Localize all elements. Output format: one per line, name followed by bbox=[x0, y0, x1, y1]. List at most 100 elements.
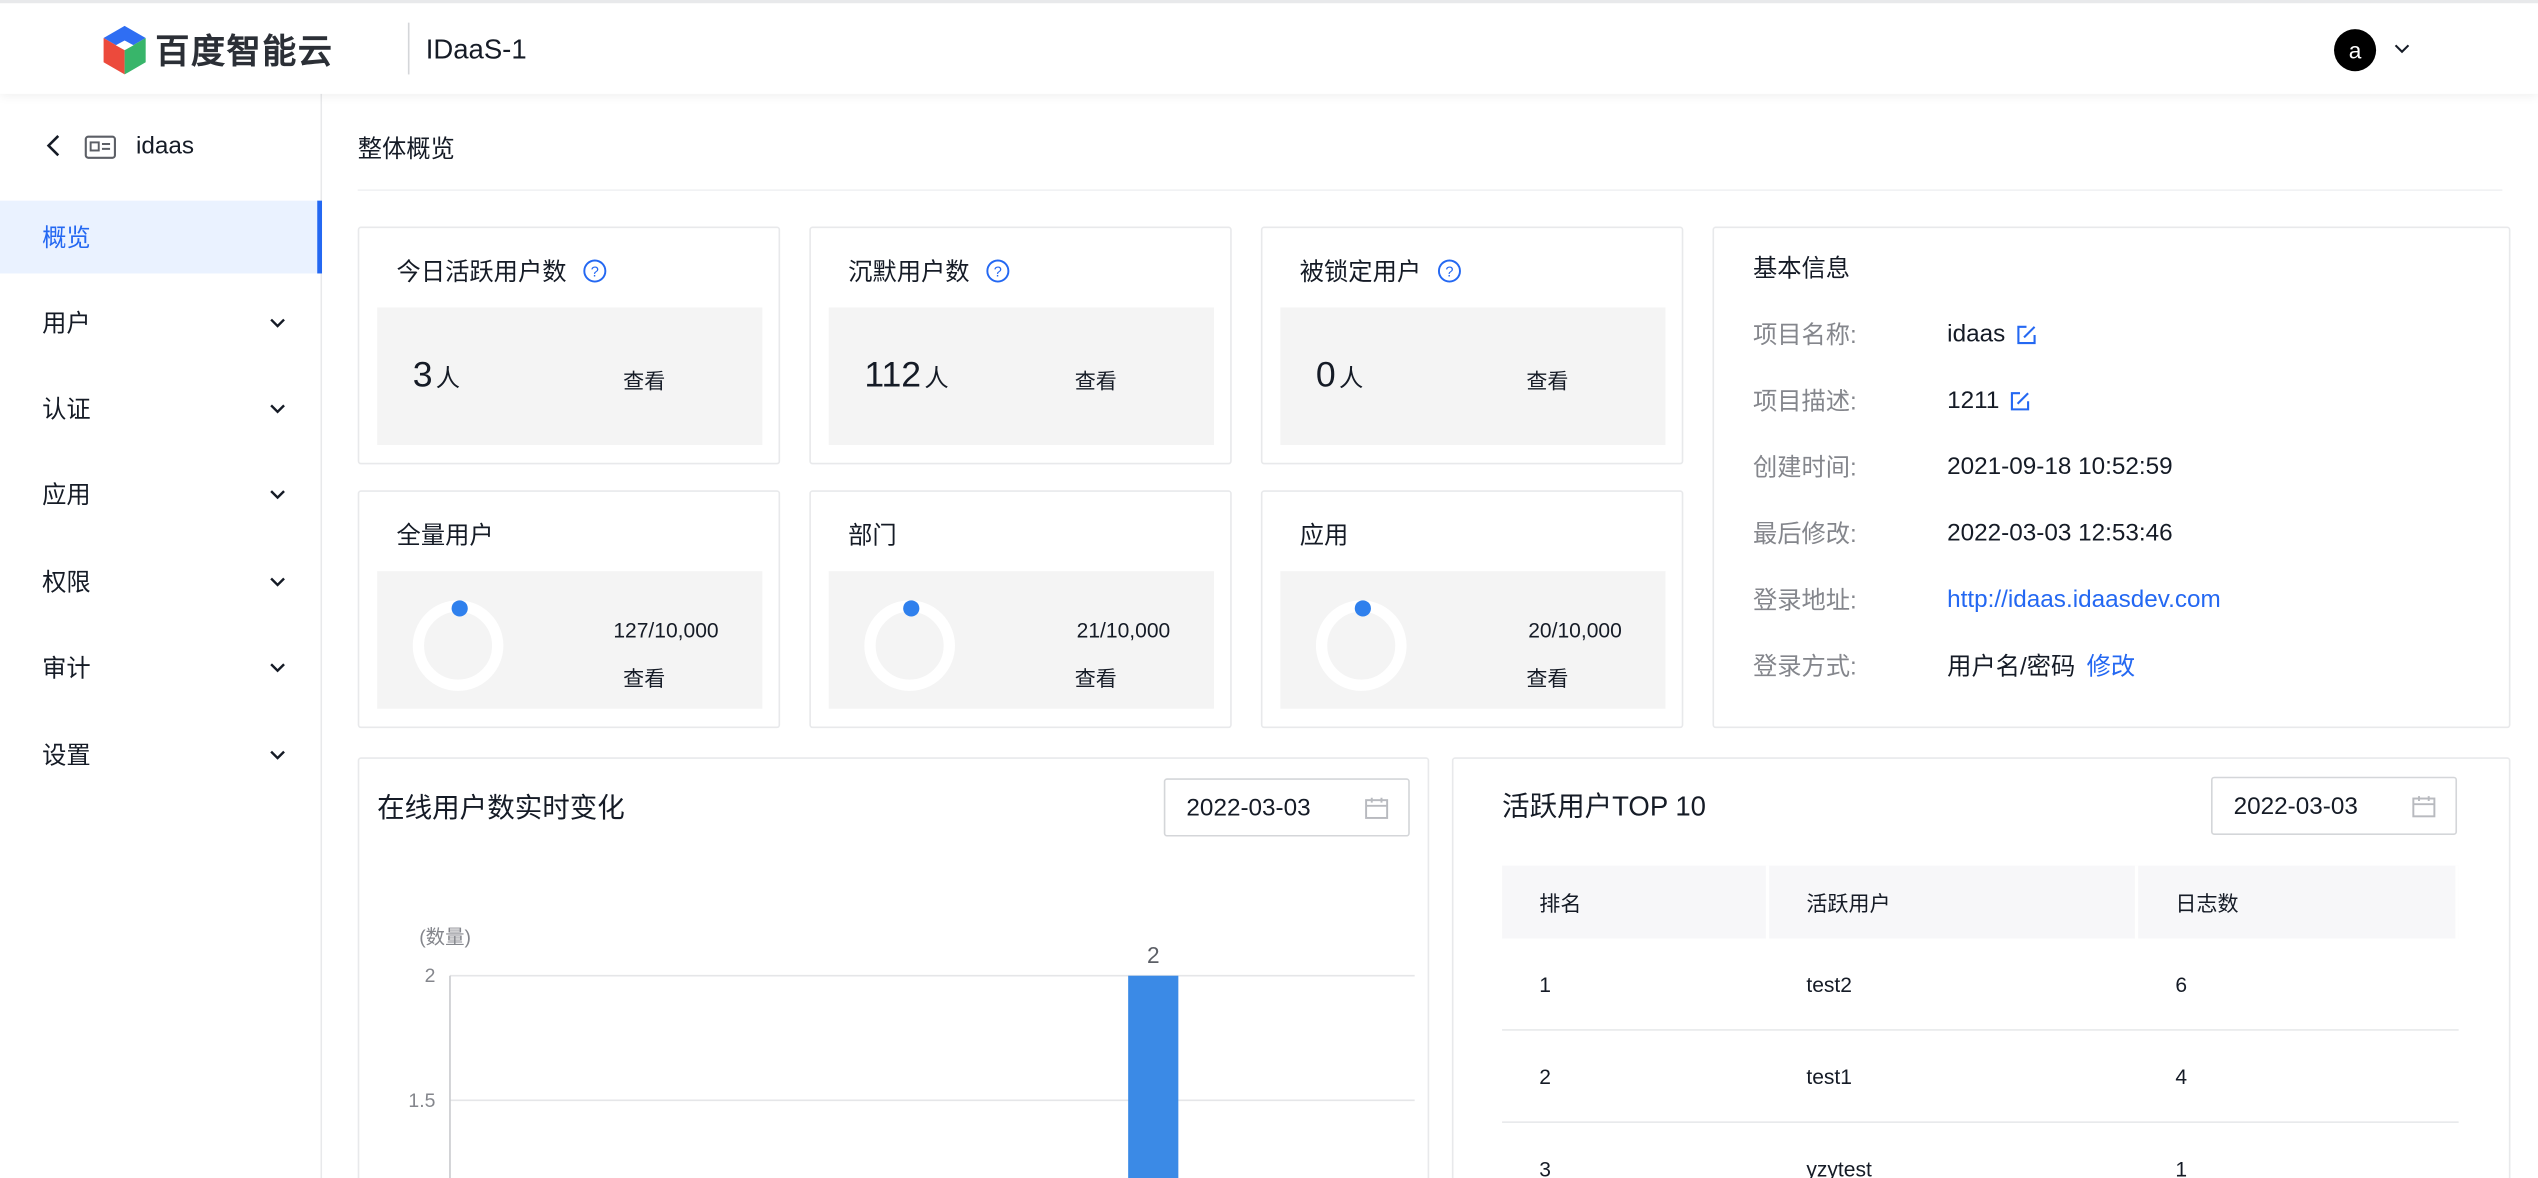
view-link[interactable]: 查看 bbox=[623, 364, 665, 395]
card-title: 基本信息 bbox=[1752, 255, 1851, 284]
info-row-login-method: 登录方式: 用户名/密码 修改 bbox=[1753, 649, 2135, 683]
sidebar-item-permissions[interactable]: 权限 bbox=[0, 545, 322, 618]
view-link[interactable]: 查看 bbox=[1526, 662, 1568, 693]
svg-text:?: ? bbox=[994, 265, 1002, 281]
table-row: 1 test2 6 bbox=[1502, 938, 2459, 1031]
stat-value: 112 bbox=[864, 354, 922, 395]
quota-ratio: 127/10,000 bbox=[613, 618, 719, 643]
log-count-cell: 1 bbox=[2175, 1156, 2188, 1178]
table-row: 3 yzytest 1 bbox=[1502, 1123, 2459, 1178]
quota-panel: 21/10,000 查看 bbox=[828, 571, 1214, 709]
cube-logo-icon bbox=[103, 25, 146, 75]
info-value: idaas bbox=[1947, 320, 2006, 348]
chevron-down-icon bbox=[270, 663, 285, 673]
top10-date-picker[interactable]: 2022-03-03 bbox=[2211, 776, 2458, 835]
edit-icon[interactable] bbox=[2015, 323, 2038, 346]
modify-login-method-link[interactable]: 修改 bbox=[2087, 649, 2136, 683]
help-icon[interactable]: ? bbox=[583, 259, 607, 283]
info-label: 登录方式: bbox=[1752, 653, 1857, 682]
stat-unit: 人 bbox=[1338, 365, 1364, 394]
column-header-logs: 日志数 bbox=[2138, 865, 2459, 939]
quota-panel: 20/10,000 查看 bbox=[1280, 571, 1666, 709]
y-axis-label: (数量) bbox=[419, 926, 471, 948]
stat-unit: 人 bbox=[924, 365, 949, 394]
view-link[interactable]: 查看 bbox=[623, 662, 665, 693]
table-header: 排名 活跃用户 日志数 bbox=[1502, 865, 2459, 939]
quota-card-departments: 部门 21/10,000 查看 bbox=[809, 490, 1232, 729]
sidebar-item-overview[interactable]: 概览 bbox=[0, 200, 323, 274]
user-cell: yzytest bbox=[1806, 1156, 1872, 1178]
quota-panel: 127/10,000 查看 bbox=[377, 571, 763, 709]
view-link[interactable]: 查看 bbox=[1075, 662, 1117, 693]
help-icon[interactable]: ? bbox=[1437, 259, 1461, 283]
header-divider bbox=[407, 22, 410, 75]
main-content: 整体概览 今日活跃用户数 ? 3人 查看 沉默用户数 ? 112 人 查看 被锁… bbox=[322, 93, 2538, 1178]
chevron-down-icon bbox=[270, 490, 285, 500]
calendar-icon bbox=[2412, 796, 2436, 818]
sidebar-item-auth[interactable]: 认证 bbox=[0, 372, 322, 445]
sidebar-item-settings[interactable]: 设置 bbox=[0, 718, 322, 791]
sidebar-item-label: 概览 bbox=[42, 224, 91, 253]
sidebar-item-users[interactable]: 用户 bbox=[0, 286, 322, 359]
help-icon[interactable]: ? bbox=[986, 259, 1010, 283]
stat-panel: 0人 查看 bbox=[1280, 307, 1666, 445]
log-count-cell: 6 bbox=[2175, 971, 2188, 996]
back-arrow-icon[interactable] bbox=[42, 133, 65, 159]
online-users-chart-card: 在线用户数实时变化 2022-03-03 (数量) 2 1.5 2 bbox=[357, 757, 1430, 1178]
edit-icon[interactable] bbox=[2009, 389, 2032, 412]
card-title: 全量用户 bbox=[396, 522, 494, 551]
column-header-user: 活跃用户 bbox=[1769, 865, 2139, 939]
user-cell: test2 bbox=[1806, 971, 1852, 996]
stat-card-silent-users: 沉默用户数 ? 112 人 查看 bbox=[809, 226, 1232, 465]
rank-cell: 2 bbox=[1539, 1063, 1551, 1089]
stat-card-active-today: 今日活跃用户数 ? 3人 查看 bbox=[357, 226, 781, 465]
calendar-icon bbox=[1365, 797, 1389, 819]
usage-ring-indicator bbox=[903, 600, 920, 617]
card-title: 应用 bbox=[1299, 522, 1349, 551]
svg-text:?: ? bbox=[1445, 265, 1453, 281]
card-title: 今日活跃用户数 bbox=[396, 258, 567, 287]
stat-value: 3 bbox=[412, 354, 433, 395]
sidebar-item-label: 权限 bbox=[42, 569, 91, 598]
sidebar-item-audit[interactable]: 审计 bbox=[0, 631, 322, 704]
chart-title: 在线用户数实时变化 bbox=[377, 792, 625, 824]
info-row-modified: 最后修改: 2022-03-03 12:53:46 bbox=[1753, 516, 2173, 550]
stat-unit: 人 bbox=[435, 365, 461, 394]
sidebar: idaas 概览 用户 认证 应用 权限 审计 设置 bbox=[0, 93, 323, 1178]
stat-panel: 112 人 查看 bbox=[828, 307, 1214, 445]
view-link[interactable]: 查看 bbox=[1526, 364, 1568, 395]
login-url-link[interactable]: http://idaas.idaasdev.com bbox=[1947, 583, 2221, 617]
info-row-description: 项目描述: 1211 bbox=[1753, 383, 2032, 417]
chevron-down-icon bbox=[270, 750, 285, 760]
top-header: 百度智能云 IDaaS-1 a bbox=[0, 0, 2538, 94]
project-card-icon bbox=[84, 135, 116, 159]
basic-info-card: 基本信息 项目名称: idaas 项目描述: 1211 创建时间: 2021-0… bbox=[1712, 226, 2511, 729]
info-value: 2021-09-18 10:52:59 bbox=[1947, 453, 2173, 481]
sidebar-item-apps[interactable]: 应用 bbox=[0, 458, 322, 531]
user-avatar[interactable]: a bbox=[2334, 29, 2377, 72]
view-link[interactable]: 查看 bbox=[1075, 364, 1117, 395]
info-value: 用户名/密码 bbox=[1947, 653, 2076, 682]
sidebar-item-label: 用户 bbox=[42, 310, 91, 339]
brand-logo[interactable]: 百度智能云 bbox=[100, 24, 333, 76]
chart-bar bbox=[1128, 975, 1179, 1178]
date-value: 2022-03-03 bbox=[1186, 793, 1311, 822]
info-row-login-url: 登录地址: http://idaas.idaasdev.com bbox=[1753, 583, 2221, 617]
stat-panel: 3人 查看 bbox=[377, 307, 763, 445]
chevron-down-icon[interactable] bbox=[2392, 39, 2411, 58]
stat-card-locked-users: 被锁定用户 ? 0人 查看 bbox=[1260, 226, 1684, 465]
y-tick-label: 1.5 bbox=[408, 1090, 435, 1112]
quota-card-all-users: 全量用户 127/10,000 查看 bbox=[357, 490, 781, 729]
card-title: 沉默用户数 bbox=[848, 258, 970, 287]
top10-active-users-card: 活跃用户TOP 10 2022-03-03 排名 活跃用户 日志数 1 test… bbox=[1451, 757, 2511, 1178]
card-title: 被锁定用户 bbox=[1299, 258, 1422, 287]
app-title: IDaaS-1 bbox=[425, 33, 527, 65]
card-title: 部门 bbox=[848, 522, 897, 551]
info-value: 1211 bbox=[1947, 386, 2000, 415]
date-value: 2022-03-03 bbox=[2233, 792, 2358, 820]
online-users-bar-chart: (数量) 2 1.5 2 bbox=[408, 926, 1415, 1178]
svg-text:?: ? bbox=[591, 265, 599, 281]
chart-date-picker[interactable]: 2022-03-03 bbox=[1163, 778, 1410, 837]
usage-ring-indicator bbox=[451, 600, 468, 617]
sidebar-item-label: 认证 bbox=[42, 396, 91, 424]
